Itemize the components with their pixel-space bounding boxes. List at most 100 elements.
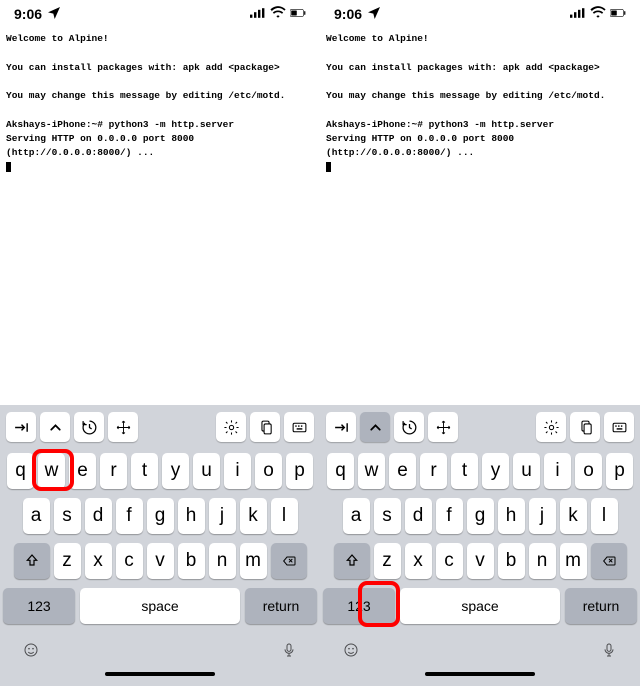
key-s[interactable]: s (374, 498, 401, 534)
status-bar: 9:06 (320, 0, 640, 26)
key-z[interactable]: z (374, 543, 401, 579)
key-g[interactable]: g (467, 498, 494, 534)
key-l[interactable]: l (271, 498, 298, 534)
key-a[interactable]: a (343, 498, 370, 534)
key-m[interactable]: m (560, 543, 587, 579)
key-m[interactable]: m (240, 543, 267, 579)
terminal-cursor (326, 162, 331, 172)
key-x[interactable]: x (405, 543, 432, 579)
key-r[interactable]: r (100, 453, 127, 489)
shift-key[interactable] (334, 543, 370, 579)
key-b[interactable]: b (178, 543, 205, 579)
signal-icon (250, 5, 266, 24)
key-e[interactable]: e (69, 453, 96, 489)
emoji-button[interactable] (23, 638, 39, 664)
key-d[interactable]: d (405, 498, 432, 534)
space-key[interactable]: space (400, 588, 560, 624)
key-j[interactable]: j (209, 498, 236, 534)
status-time: 9:06 (14, 6, 42, 22)
screen-left: 9:06 Welcome to Alpine! You can install … (0, 0, 320, 686)
return-key[interactable]: return (245, 588, 317, 624)
key-i[interactable]: i (544, 453, 571, 489)
key-c[interactable]: c (116, 543, 143, 579)
tab-button[interactable] (6, 412, 36, 442)
key-s[interactable]: s (54, 498, 81, 534)
battery-icon (290, 5, 306, 24)
key-f[interactable]: f (436, 498, 463, 534)
terminal-output[interactable]: Welcome to Alpine! You can install packa… (0, 26, 320, 405)
mic-button[interactable] (281, 638, 297, 664)
key-r[interactable]: r (420, 453, 447, 489)
status-bar: 9:06 (0, 0, 320, 26)
backspace-key[interactable] (591, 543, 627, 579)
key-y[interactable]: y (482, 453, 509, 489)
tab-button[interactable] (326, 412, 356, 442)
home-indicator[interactable] (105, 672, 215, 676)
key-b[interactable]: b (498, 543, 525, 579)
ctrl-button[interactable] (40, 412, 70, 442)
settings-button[interactable] (216, 412, 246, 442)
keyboard: q w e r t y u i o p a s d f g h j k l z (0, 449, 320, 686)
key-v[interactable]: v (147, 543, 174, 579)
key-w[interactable]: w (38, 453, 65, 489)
key-t[interactable]: t (131, 453, 158, 489)
key-x[interactable]: x (85, 543, 112, 579)
emoji-button[interactable] (343, 638, 359, 664)
key-h[interactable]: h (498, 498, 525, 534)
key-q[interactable]: q (7, 453, 34, 489)
key-j[interactable]: j (529, 498, 556, 534)
location-icon (46, 5, 62, 24)
numbers-key[interactable]: 123 (323, 588, 395, 624)
key-v[interactable]: v (467, 543, 494, 579)
key-y[interactable]: y (162, 453, 189, 489)
keyboard-toggle[interactable] (284, 412, 314, 442)
keyboard-toggle[interactable] (604, 412, 634, 442)
signal-icon (570, 5, 586, 24)
paste-button[interactable] (250, 412, 280, 442)
key-z[interactable]: z (54, 543, 81, 579)
key-u[interactable]: u (193, 453, 220, 489)
key-p[interactable]: p (286, 453, 313, 489)
location-icon (366, 5, 382, 24)
key-p[interactable]: p (606, 453, 633, 489)
key-n[interactable]: n (529, 543, 556, 579)
wifi-icon (590, 5, 606, 24)
key-i[interactable]: i (224, 453, 251, 489)
terminal-output[interactable]: Welcome to Alpine! You can install packa… (320, 26, 640, 405)
screen-right: 9:06 Welcome to Alpine! You can install … (320, 0, 640, 686)
terminal-cursor (6, 162, 11, 172)
key-o[interactable]: o (575, 453, 602, 489)
key-h[interactable]: h (178, 498, 205, 534)
key-t[interactable]: t (451, 453, 478, 489)
key-c[interactable]: c (436, 543, 463, 579)
key-u[interactable]: u (513, 453, 540, 489)
arrows-button[interactable] (428, 412, 458, 442)
key-k[interactable]: k (240, 498, 267, 534)
history-button[interactable] (394, 412, 424, 442)
key-e[interactable]: e (389, 453, 416, 489)
space-key[interactable]: space (80, 588, 240, 624)
key-k[interactable]: k (560, 498, 587, 534)
shift-key[interactable] (14, 543, 50, 579)
arrows-button[interactable] (108, 412, 138, 442)
ctrl-button-active[interactable] (360, 412, 390, 442)
key-o[interactable]: o (255, 453, 282, 489)
key-n[interactable]: n (209, 543, 236, 579)
home-indicator[interactable] (425, 672, 535, 676)
history-button[interactable] (74, 412, 104, 442)
battery-icon (610, 5, 626, 24)
key-q[interactable]: q (327, 453, 354, 489)
key-w[interactable]: w (358, 453, 385, 489)
key-f[interactable]: f (116, 498, 143, 534)
backspace-key[interactable] (271, 543, 307, 579)
key-d[interactable]: d (85, 498, 112, 534)
return-key[interactable]: return (565, 588, 637, 624)
paste-button[interactable] (570, 412, 600, 442)
key-a[interactable]: a (23, 498, 50, 534)
status-time: 9:06 (334, 6, 362, 22)
mic-button[interactable] (601, 638, 617, 664)
numbers-key[interactable]: 123 (3, 588, 75, 624)
settings-button[interactable] (536, 412, 566, 442)
key-l[interactable]: l (591, 498, 618, 534)
key-g[interactable]: g (147, 498, 174, 534)
